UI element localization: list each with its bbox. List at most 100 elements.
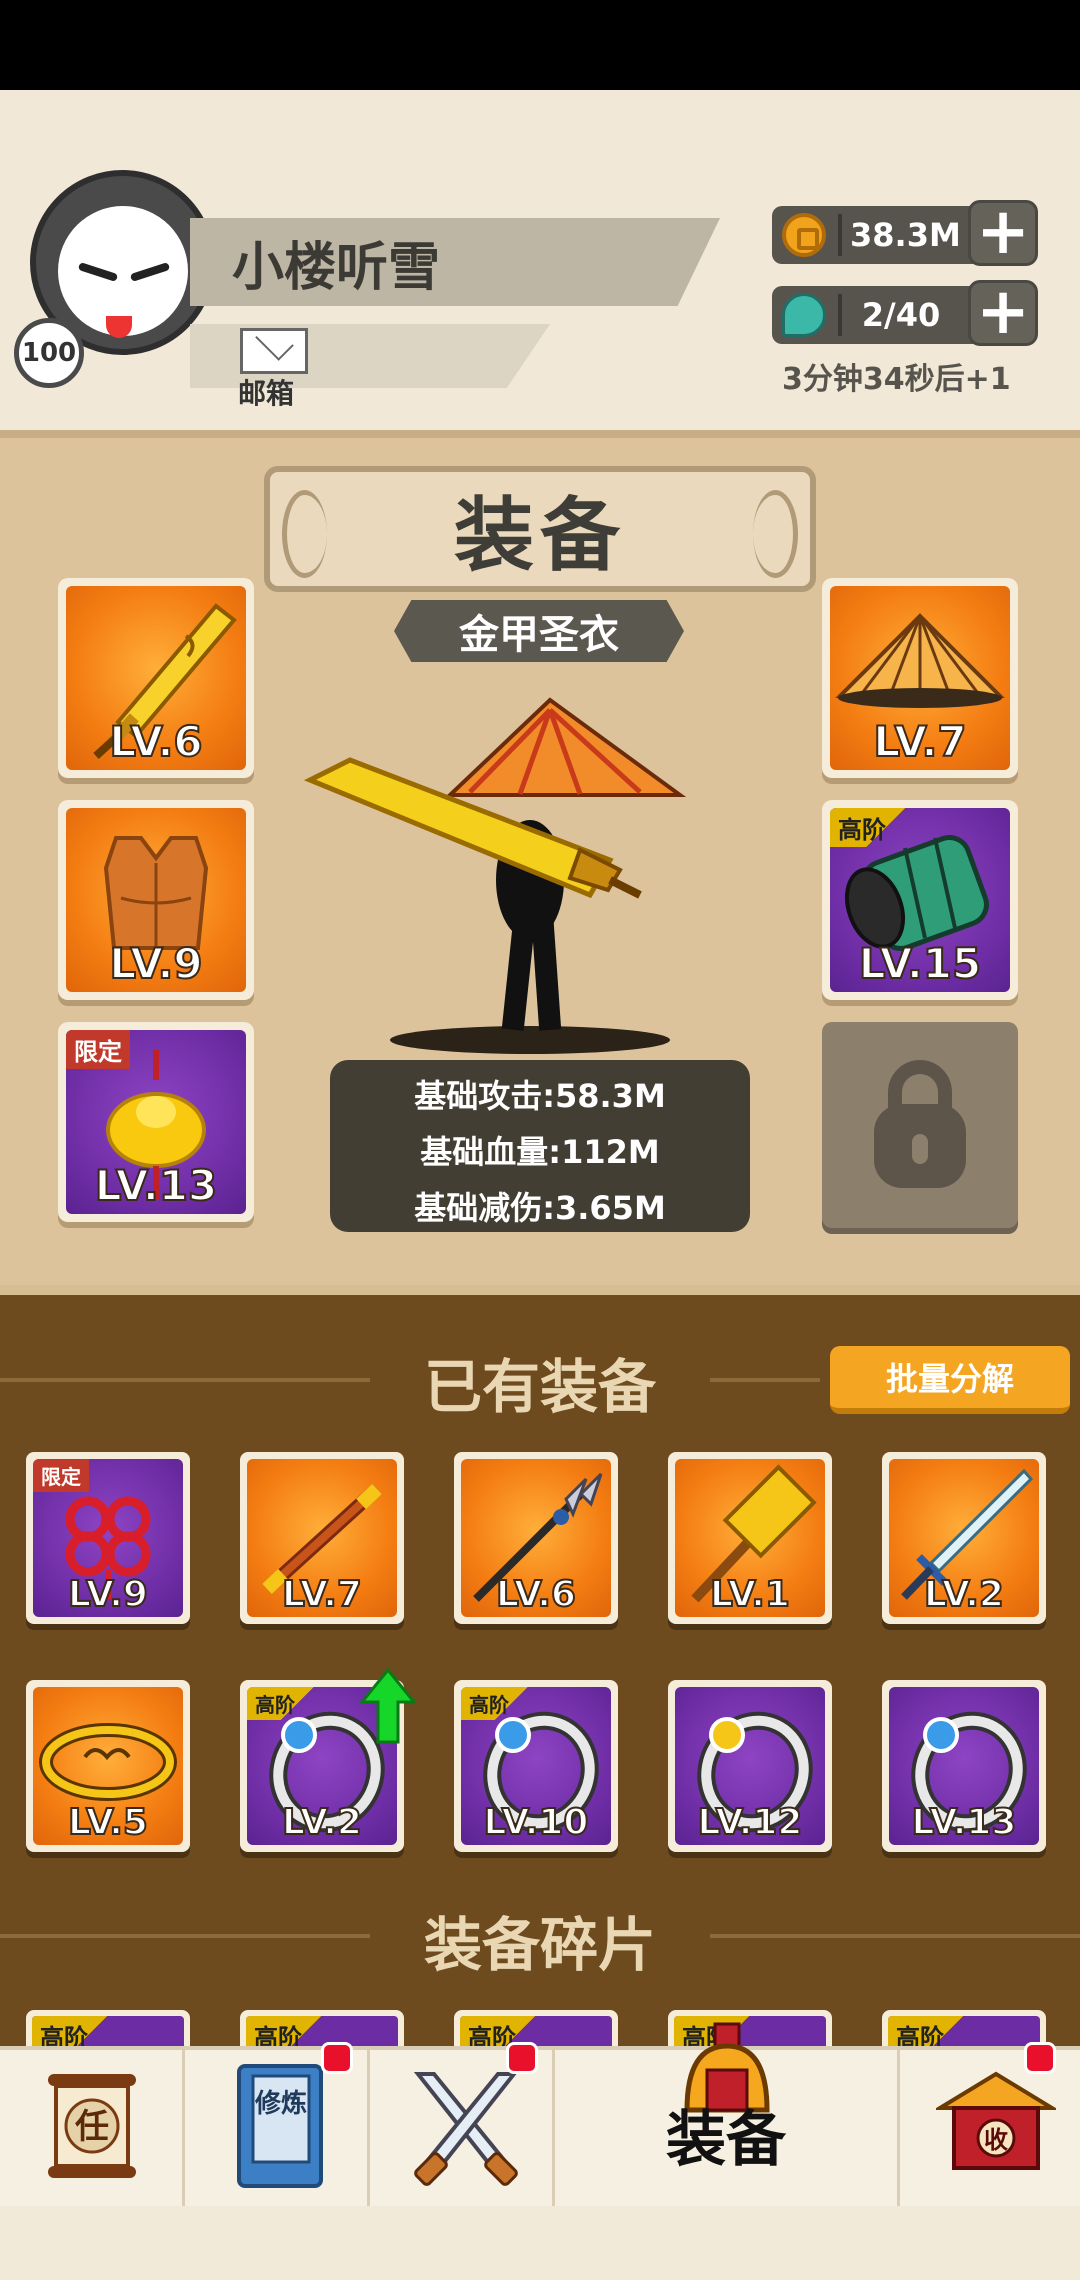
- inventory-item[interactable]: LV.5: [26, 1680, 190, 1852]
- system-nav-area: [0, 2206, 1080, 2280]
- inventory-item[interactable]: LV.6: [454, 1452, 618, 1624]
- status-bar: [0, 0, 1080, 90]
- player-name: 小楼听雪: [232, 237, 441, 298]
- slot-background: LV.9: [66, 808, 246, 992]
- inventory-item[interactable]: 高阶 LV.10: [454, 1680, 618, 1852]
- slot-background: 高阶 LV.10: [461, 1687, 611, 1845]
- limited-tag: 限定: [33, 1459, 89, 1492]
- locked-slot[interactable]: [822, 1022, 1018, 1228]
- inventory-item[interactable]: LV.7: [240, 1452, 404, 1624]
- nav-tasks[interactable]: 任: [0, 2050, 185, 2206]
- notification-dot: [506, 2042, 538, 2074]
- stamina-value: 2/40: [861, 296, 941, 334]
- set-name-badge[interactable]: 金甲圣衣: [394, 600, 684, 662]
- scroll-icon: 任: [48, 2074, 136, 2178]
- slot-background: LV.7: [830, 586, 1010, 770]
- slot-level: LV.2: [281, 1801, 363, 1844]
- slot-level: LV.9: [67, 1573, 149, 1616]
- upgrade-arrow-icon: [360, 1668, 416, 1744]
- divider: [838, 294, 842, 336]
- base-attack-stat: 基础攻击:58.3M: [414, 1077, 666, 1115]
- collection-glyph: 收: [984, 2126, 1008, 2154]
- avatar-tongue: [106, 316, 132, 338]
- slot-background: 限定 LV.9: [33, 1459, 183, 1617]
- slot-level: LV.12: [697, 1801, 804, 1844]
- stats-panel: 基础攻击:58.3M 基础血量:112M 基础减伤:3.65M: [330, 1060, 750, 1232]
- slot-level: LV.6: [495, 1573, 577, 1616]
- slot-background: LV.6: [461, 1459, 611, 1617]
- character-preview: [303, 697, 687, 1054]
- equip-slot-accessory[interactable]: 限定 LV.13: [58, 1022, 254, 1222]
- equip-slot-bracer[interactable]: 高阶 LV.15: [822, 800, 1018, 1000]
- base-defense-stat: 基础减伤:3.65M: [414, 1189, 666, 1227]
- slot-level: LV.10: [483, 1801, 590, 1844]
- base-hp-stat: 基础血量:112M: [420, 1133, 660, 1171]
- nav-equipment-active[interactable]: 装备: [555, 2022, 900, 2206]
- slot-background: LV.12: [675, 1687, 825, 1845]
- nav-equipment-label: 装备: [666, 2105, 786, 2175]
- equip-slot-armor[interactable]: LV.9: [58, 800, 254, 1000]
- equip-slot-helmet[interactable]: LV.7: [822, 578, 1018, 778]
- inventory-item[interactable]: LV.12: [668, 1680, 832, 1852]
- avatar-face: [58, 206, 188, 338]
- notification-dot: [321, 2042, 353, 2074]
- high-tier-tag: 高阶: [830, 808, 916, 847]
- slot-level: LV.5: [67, 1801, 149, 1844]
- book-icon: 修炼: [237, 2064, 323, 2188]
- limited-tag: 限定: [66, 1030, 130, 1069]
- stamina-regen-timer: 3分钟34秒后+1: [782, 362, 1011, 397]
- mail-label[interactable]: 邮箱: [238, 372, 294, 412]
- player-level-badge: 100: [14, 318, 84, 388]
- cultivate-glyph: 修炼: [254, 2088, 307, 2119]
- inventory-item[interactable]: LV.13: [882, 1680, 1046, 1852]
- slot-level: LV.7: [872, 716, 967, 767]
- player-name-bar: 小楼听雪: [190, 218, 720, 306]
- slot-level: LV.1: [709, 1573, 791, 1616]
- inventory-item[interactable]: LV.2: [882, 1452, 1046, 1624]
- notification-dot: [1024, 2042, 1056, 2074]
- coin-value: 38.3M: [850, 216, 961, 254]
- stamina-icon: [782, 293, 826, 337]
- high-tier-tag: 高阶: [461, 1687, 539, 1720]
- add-stamina-button[interactable]: +: [968, 280, 1038, 346]
- inventory-item[interactable]: 限定 LV.9: [26, 1452, 190, 1624]
- nav-battle[interactable]: [370, 2042, 555, 2206]
- divider: [838, 214, 842, 256]
- equipment-fragments-title: 装备碎片: [423, 1911, 656, 1979]
- page-title: 装备: [454, 489, 626, 582]
- stamina-counter: 2/40: [772, 286, 992, 344]
- slot-background: LV.13: [889, 1687, 1039, 1845]
- coin-counter: 38.3M: [772, 206, 992, 264]
- pavilion-icon: 收: [936, 2071, 1056, 2170]
- slot-background: LV.5: [33, 1687, 183, 1845]
- tasks-glyph: 任: [75, 2107, 109, 2147]
- coin-icon: [782, 213, 826, 257]
- slot-level: LV.13: [911, 1801, 1018, 1844]
- inventory-item[interactable]: LV.1: [668, 1452, 832, 1624]
- slot-level: LV.2: [923, 1573, 1005, 1616]
- slot-background: LV.2: [889, 1459, 1039, 1617]
- slot-level: LV.6: [108, 716, 203, 767]
- slot-level: LV.9: [108, 938, 203, 989]
- equipment-title-plaque: 装备: [264, 466, 816, 592]
- mail-icon[interactable]: [240, 328, 308, 374]
- bottom-navigation: 任 修炼 装备 收: [0, 2022, 1080, 2206]
- avatar-eye-left: [77, 262, 119, 282]
- slot-background: LV.7: [247, 1459, 397, 1617]
- crossed-swords-icon: [413, 2072, 519, 2186]
- high-tier-tag: 高阶: [247, 1687, 325, 1720]
- slot-level: LV.7: [281, 1573, 363, 1616]
- lock-keyhole: [912, 1134, 928, 1164]
- slot-level: LV.15: [858, 938, 982, 989]
- slot-background: 限定 LV.13: [66, 1030, 246, 1214]
- batch-dismantle-button[interactable]: 批量分解: [830, 1346, 1070, 1414]
- slot-level: LV.13: [94, 1160, 218, 1211]
- nav-collection[interactable]: 收: [900, 2042, 1080, 2206]
- add-coins-button[interactable]: +: [968, 200, 1038, 266]
- nav-cultivate[interactable]: 修炼: [185, 2042, 370, 2206]
- slot-background: 高阶 LV.15: [830, 808, 1010, 992]
- equip-slot-weapon[interactable]: LV.6: [58, 578, 254, 778]
- slot-background: LV.6: [66, 586, 246, 770]
- avatar-eye-right: [129, 262, 171, 282]
- slot-background: LV.1: [675, 1459, 825, 1617]
